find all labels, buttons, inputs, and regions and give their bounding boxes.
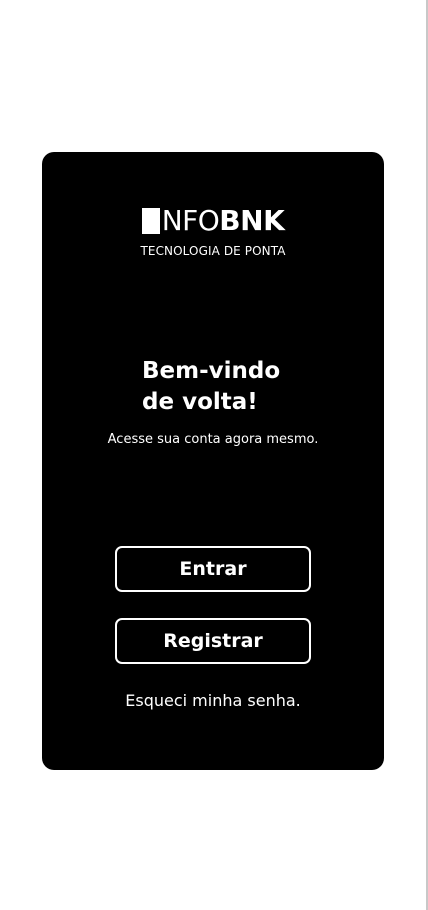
welcome-headline: Bem-vindo de volta! bbox=[142, 356, 342, 418]
logo-light-text: NFO bbox=[161, 204, 220, 237]
logo-wordmark: NFO BNK bbox=[161, 204, 285, 237]
headline-line-1: Bem-vindo bbox=[142, 358, 281, 384]
headline-line-2: de volta! bbox=[142, 389, 258, 415]
page: NFO BNK TECNOLOGIA DE PONTA Bem-vindo de … bbox=[0, 0, 428, 910]
forgot-password-link[interactable]: Esqueci minha senha. bbox=[42, 691, 384, 711]
logo-block-mark bbox=[141, 208, 160, 234]
logo-bold-text: BNK bbox=[219, 204, 285, 237]
brand-tagline: TECNOLOGIA DE PONTA bbox=[140, 244, 286, 258]
login-button[interactable]: Entrar bbox=[115, 546, 311, 592]
welcome-subtitle: Acesse sua conta agora mesmo. bbox=[107, 432, 319, 447]
infobnk-logo: NFO BNK bbox=[128, 204, 298, 237]
register-button[interactable]: Registrar bbox=[115, 618, 311, 664]
welcome-card: NFO BNK TECNOLOGIA DE PONTA Bem-vindo de … bbox=[42, 152, 384, 770]
